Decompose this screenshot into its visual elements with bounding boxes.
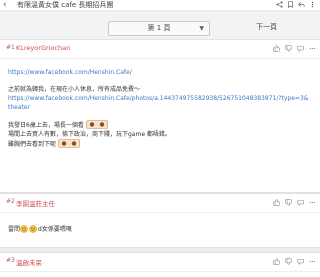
post-text: 我發日6歲上去，場長一個看: [8, 122, 84, 129]
bookmark-icon[interactable]: [287, 1, 294, 8]
reply-icon[interactable]: [298, 1, 305, 8]
next-page-link[interactable]: 下一頁: [256, 21, 277, 34]
post-header: #1 KLreyorGriochan: [0, 40, 320, 59]
post-text-line: 雷問 d女係要喂嘅: [8, 225, 312, 234]
post-text-line: 我發日6歲上去，場長一個看: [8, 120, 312, 130]
back-arrow-icon[interactable]: ‹: [3, 0, 7, 10]
post-text: 雖胸們去看到下呢: [8, 141, 57, 148]
post-3: #3 溫啟未呆: [0, 252, 320, 277]
post-header: #3 溫啟未呆: [0, 253, 320, 272]
smiley-icon: [20, 225, 28, 233]
post-text-line: 之前就為韓我，在現在小人休息，所有成品免費～: [8, 86, 141, 93]
post-text: d女係要喂嘅: [38, 226, 72, 233]
thumbs-down-icon[interactable]: [285, 258, 292, 265]
post-body: https://www.facebook.com/Henshin.Cafe/ 之…: [0, 59, 320, 153]
post-floor: #2: [6, 198, 15, 205]
post-header: #2 李園溫莊主任: [0, 194, 320, 213]
more-icon[interactable]: [309, 45, 316, 52]
thumbs-up-icon[interactable]: [273, 45, 280, 52]
chevron-down-icon: ▼: [199, 25, 204, 32]
thumbs-up-icon[interactable]: [273, 199, 280, 206]
quote-icon[interactable]: [297, 199, 304, 206]
more-icon[interactable]: [309, 199, 316, 206]
sticker-icon: [58, 139, 80, 148]
facebook-page-link[interactable]: https://www.facebook.com/Henshin.Cafe/: [8, 68, 312, 77]
facebook-photo-link-cont[interactable]: theater: [8, 103, 312, 112]
post-floor: #1: [6, 44, 15, 51]
post-body: 雷問 d女係要喂嘅: [0, 213, 320, 238]
smiley-icon: [29, 225, 37, 233]
more-icon[interactable]: [309, 258, 316, 265]
share-icon[interactable]: [276, 1, 283, 8]
quote-icon[interactable]: [297, 45, 304, 52]
thread-title: 有限溫黃女僕 cafe 長期招兵團: [17, 1, 114, 9]
page-select[interactable]: 第 1 頁 ▼: [108, 21, 210, 36]
post-floor: #3: [6, 257, 15, 264]
post-author[interactable]: 李園溫莊主任: [16, 198, 55, 208]
post-actions: [273, 45, 316, 52]
post-author[interactable]: 溫啟未呆: [16, 257, 42, 267]
post-text-line: 場間上去買人有數，條下政治，商下賤，玩下game 都唔錯。: [8, 131, 171, 138]
facebook-photo-link[interactable]: https://www.facebook.com/Henshin.Cafe/ph…: [8, 94, 312, 103]
more-icon[interactable]: [309, 1, 316, 8]
post-actions: [273, 199, 316, 206]
post-text-line: 雖胸們去看到下呢: [8, 139, 312, 149]
post-1: #1 KLreyorGriochan https://www.facebook.…: [0, 39, 320, 193]
post-text: 雷問: [8, 226, 21, 233]
post-author[interactable]: KLreyorGriochan: [16, 44, 70, 52]
quote-icon[interactable]: [297, 258, 304, 265]
post-2: #2 李園溫莊主任 雷問 d女係要喂嘅: [0, 193, 320, 248]
top-bar-icons: [276, 1, 316, 8]
page-select-label: 第 1 頁: [147, 24, 171, 32]
thumbs-up-icon[interactable]: [273, 258, 280, 265]
sticker-icon: [86, 120, 108, 129]
top-bar: ‹ 有限溫黃女僕 cafe 長期招兵團: [0, 0, 320, 10]
thumbs-down-icon[interactable]: [285, 199, 292, 206]
thumbs-down-icon[interactable]: [285, 45, 292, 52]
post-actions: [273, 258, 316, 265]
